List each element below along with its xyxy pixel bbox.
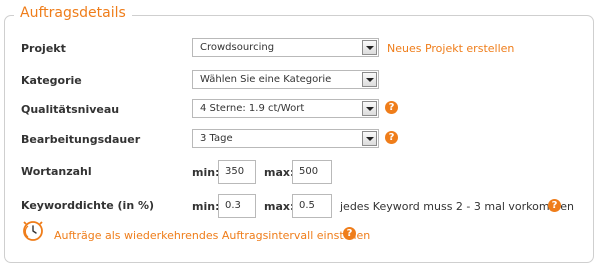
chevron-down-icon[interactable]: [362, 40, 377, 55]
projekt-value: Crowdsourcing: [200, 42, 275, 53]
panel-title: Auftragsdetails: [14, 5, 132, 21]
qualitaet-label: Qualitätsniveau: [21, 103, 120, 116]
dauer-value: 3 Tage: [200, 133, 233, 144]
clock-icon: [22, 220, 44, 242]
keyword-min-input[interactable]: 0.3: [218, 194, 256, 218]
wortanzahl-min-input[interactable]: 350: [218, 160, 256, 184]
qualitaet-select[interactable]: 4 Sterne: 1.9 ct/Wort: [192, 99, 379, 118]
dauer-select[interactable]: 3 Tage: [192, 129, 379, 148]
projekt-label: Projekt: [21, 42, 66, 55]
help-icon[interactable]: ?: [385, 131, 398, 144]
chevron-down-icon[interactable]: [362, 131, 377, 146]
keyword-note: jedes Keyword muss 2 - 3 mal vorkommen: [340, 200, 575, 213]
qualitaet-value: 4 Sterne: 1.9 ct/Wort: [200, 103, 305, 114]
row-keyworddichte: Keyworddichte (in %) min: 0.3 max: 0.5 j…: [21, 194, 581, 221]
row-qualitaet: Qualitätsniveau 4 Sterne: 1.9 ct/Wort ?: [21, 99, 581, 121]
kategorie-value: Wählen Sie eine Kategorie: [200, 74, 332, 85]
row-kategorie: Kategorie Wählen Sie eine Kategorie: [21, 70, 581, 92]
kategorie-label: Kategorie: [21, 74, 82, 87]
projekt-select[interactable]: Crowdsourcing: [192, 38, 379, 57]
help-icon[interactable]: ?: [548, 199, 561, 212]
help-icon[interactable]: ?: [343, 227, 356, 240]
new-project-link[interactable]: Neues Projekt erstellen: [387, 42, 514, 55]
keyword-label: Keyworddichte (in %): [21, 199, 155, 212]
wortanzahl-label: Wortanzahl: [21, 165, 92, 178]
row-projekt: Projekt Crowdsourcing Neues Projekt erst…: [21, 38, 581, 60]
wortanzahl-max-input[interactable]: 500: [292, 160, 332, 184]
row-dauer: Bearbeitungsdauer 3 Tage ?: [21, 129, 581, 151]
help-icon[interactable]: ?: [385, 101, 398, 114]
chevron-down-icon[interactable]: [362, 101, 377, 116]
wortanzahl-max-label: max:: [264, 166, 295, 179]
keyword-max-label: max:: [264, 200, 295, 213]
dauer-label: Bearbeitungsdauer: [21, 133, 141, 146]
keyword-max-input[interactable]: 0.5: [292, 194, 332, 218]
chevron-down-icon[interactable]: [362, 72, 377, 87]
row-wortanzahl: Wortanzahl min: 350 max: 500: [21, 160, 581, 187]
recurring-interval-link[interactable]: Aufträge als wiederkehrendes Auftragsint…: [54, 229, 370, 242]
keyword-min-label: min:: [192, 200, 220, 213]
kategorie-select[interactable]: Wählen Sie eine Kategorie: [192, 70, 379, 89]
wortanzahl-min-label: min:: [192, 166, 220, 179]
